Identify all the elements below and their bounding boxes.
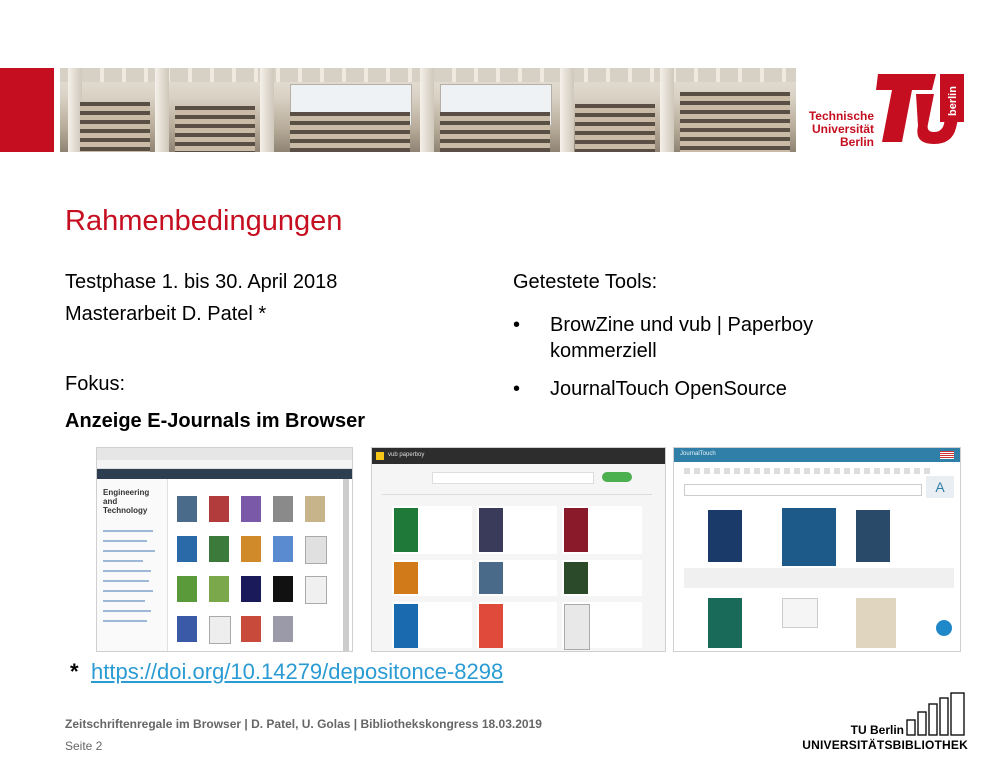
footnote-star: *	[70, 659, 79, 684]
footer-text: Zeitschriftenregale im Browser | D. Pate…	[65, 717, 542, 731]
font-size-icon[interactable]: A	[926, 476, 954, 498]
page-number: Seite 2	[65, 739, 103, 753]
header-red-bar	[0, 68, 54, 152]
screenshot-heading: Engineering and Technology	[103, 488, 150, 515]
logo-line-3: Berlin	[839, 135, 874, 149]
ub-logo-line-1: TU Berlin	[850, 723, 904, 737]
screenshot-heading: vub paperboy	[388, 452, 425, 458]
paperboy-screenshot: vub paperboy	[371, 447, 666, 652]
scroll-top-button[interactable]	[936, 620, 952, 636]
focus-value: Anzeige E-Journals im Browser	[65, 410, 366, 432]
journaltouch-screenshot: JournalTouch A	[673, 447, 961, 652]
ub-logo-line-2: UNIVERSITÄTSBIBLIOTHEK	[802, 738, 968, 752]
tu-logo-text: Technische Universität Berlin	[804, 110, 874, 149]
doi-link[interactable]: https://doi.org/10.14279/depositonce-829…	[91, 659, 503, 685]
slide-title: Rahmenbedingungen	[65, 205, 343, 237]
bullet-icon: •	[513, 314, 521, 336]
tool-item-text: BrowZine und vub | Paperboy kommerziell	[550, 314, 814, 362]
master-thesis-text: Masterarbeit D. Patel *	[65, 303, 267, 325]
tool-item: • BrowZine und vub | Paperboy kommerziel…	[513, 312, 923, 364]
tu-logo-icon: berlin	[876, 74, 964, 144]
tool-item-text: JournalTouch OpenSource	[550, 378, 787, 400]
tool-item: • JournalTouch OpenSource	[513, 376, 923, 402]
library-header-photo	[60, 68, 796, 152]
browzine-screenshot: Engineering and Technology	[96, 447, 353, 652]
tools-heading: Getestete Tools:	[513, 271, 658, 293]
logo-side-text: berlin	[947, 86, 959, 116]
focus-label: Fokus:	[65, 373, 126, 395]
tools-list: • BrowZine und vub | Paperboy kommerziel…	[513, 312, 923, 414]
test-phase-text: Testphase 1. bis 30. April 2018	[65, 271, 338, 293]
library-shelf-icon	[906, 692, 965, 736]
screenshot-heading: JournalTouch	[680, 451, 716, 457]
bullet-icon: •	[513, 378, 521, 400]
